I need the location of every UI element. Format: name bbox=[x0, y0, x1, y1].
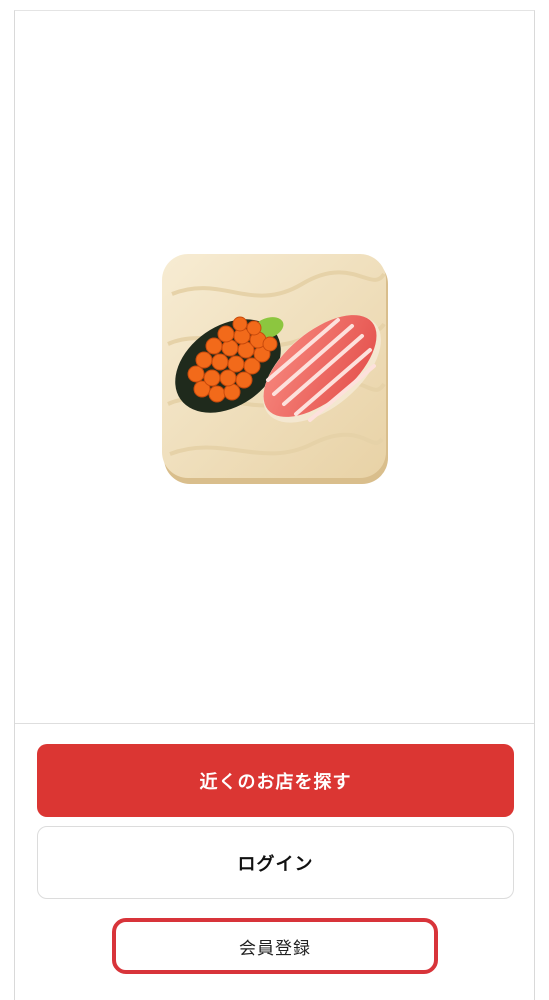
find-nearby-store-button[interactable]: 近くのお店を探す bbox=[37, 744, 514, 817]
app-screen: 近くのお店を探す ログイン 会員登録 bbox=[14, 10, 535, 1000]
sushi-plate-illustration bbox=[162, 254, 388, 484]
hero-area bbox=[15, 11, 534, 724]
login-label: ログイン bbox=[237, 853, 314, 875]
login-button[interactable]: ログイン bbox=[37, 826, 514, 899]
find-nearby-store-label: 近くのお店を探す bbox=[199, 771, 352, 793]
register-link[interactable]: 会員登録 bbox=[112, 918, 438, 974]
register-label: 会員登録 bbox=[239, 938, 311, 959]
